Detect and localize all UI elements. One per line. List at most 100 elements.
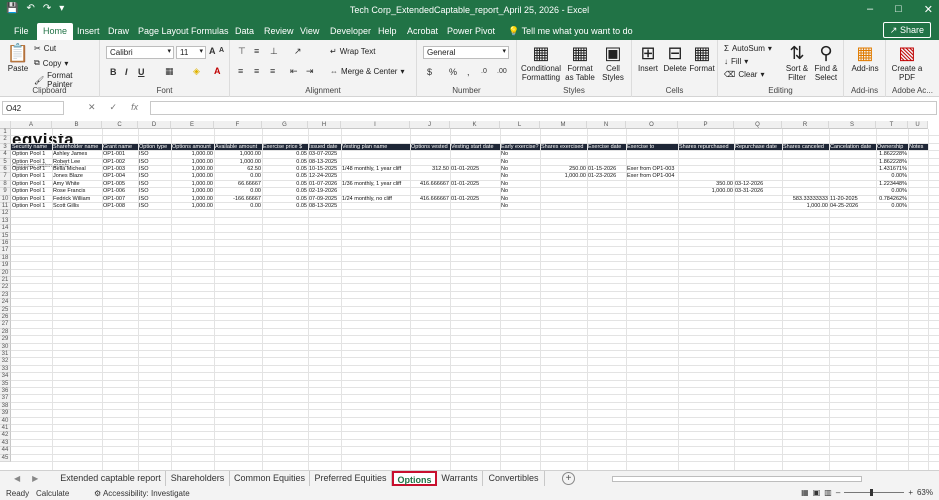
column-header[interactable]: S (829, 121, 876, 129)
table-header-cell[interactable]: Issued date (308, 144, 341, 151)
row-header[interactable]: 4 (0, 151, 11, 159)
table-cell[interactable]: 01-15-2026 (587, 166, 626, 173)
table-cell[interactable]: 1,000.00 (678, 188, 734, 195)
zoom-slider[interactable] (844, 489, 905, 496)
align-bottom-icon[interactable]: ⊥ (270, 46, 278, 57)
table-cell[interactable]: 0.00 (214, 203, 262, 210)
table-cell[interactable]: 1.862228% (876, 159, 908, 166)
italic-button[interactable]: I (125, 67, 128, 77)
row-header[interactable]: 37 (0, 395, 11, 403)
column-header[interactable]: P (678, 121, 734, 129)
table-cell[interactable]: 07-09-2025 (308, 196, 341, 203)
column-header[interactable]: U (908, 121, 928, 129)
table-header-cell[interactable]: Repurchase date (734, 144, 782, 151)
zoom-out-icon[interactable]: – (836, 488, 840, 497)
row-header[interactable]: 15 (0, 232, 11, 240)
row-header[interactable]: 18 (0, 254, 11, 263)
tab-insert[interactable]: Insert (71, 23, 106, 40)
table-cell[interactable]: 0.00 (214, 188, 262, 195)
table-cell[interactable]: 03-12-2026 (734, 181, 782, 188)
increase-indent-icon[interactable]: ⇥ (306, 66, 314, 77)
table-cell[interactable]: No (500, 196, 540, 203)
font-color-icon[interactable]: A (214, 66, 221, 76)
table-cell[interactable]: 0.05 (262, 181, 308, 188)
table-cell[interactable]: No (500, 203, 540, 210)
row-header[interactable]: 13 (0, 217, 11, 226)
horizontal-scrollbar[interactable] (600, 475, 930, 483)
add-sheet-button[interactable]: + (562, 472, 575, 485)
column-header[interactable]: K (450, 121, 500, 129)
table-cell[interactable]: No (500, 173, 540, 180)
increase-decimal-icon[interactable]: .0 (481, 68, 487, 75)
table-cell[interactable]: 0.00% (876, 173, 908, 180)
sheet-tab-convertibles[interactable]: Convertibles (483, 471, 545, 486)
conditional-formatting-button[interactable]: ▦ Conditional Formatting (520, 44, 562, 82)
zoom-level[interactable]: 63% (917, 488, 933, 497)
row-header[interactable]: 16 (0, 240, 11, 248)
row-header[interactable]: 35 (0, 380, 11, 388)
page-layout-view-icon[interactable]: ▣ (813, 488, 821, 497)
font-name-select[interactable]: Calibri ▾ (106, 46, 174, 59)
table-cell[interactable]: Ashley James (52, 151, 102, 158)
table-cell[interactable]: ISO (138, 151, 171, 158)
row-header[interactable]: 17 (0, 247, 11, 255)
table-cell[interactable]: No (500, 159, 540, 166)
table-cell[interactable]: 0.00% (876, 203, 908, 210)
minimize-button[interactable]: – (867, 3, 873, 16)
table-cell[interactable]: ISO (138, 188, 171, 195)
increase-font-icon[interactable]: A (209, 46, 216, 56)
table-cell[interactable]: 0.05 (262, 203, 308, 210)
column-header[interactable]: Q (734, 121, 782, 129)
table-cell[interactable]: Exer from OP1-003 (626, 166, 678, 173)
share-button[interactable]: ↗ Share (882, 22, 931, 38)
tab-data[interactable]: Data (229, 23, 260, 40)
row-header[interactable]: 33 (0, 365, 11, 374)
tab-power-pivot[interactable]: Power Pivot (441, 23, 501, 40)
table-header-cell[interactable]: Cancelation date (829, 144, 876, 151)
align-middle-icon[interactable]: ≡ (254, 46, 259, 56)
maximize-button[interactable]: □ (895, 3, 902, 16)
column-header[interactable]: C (102, 121, 138, 129)
sheet-tab-extended-captable[interactable]: Extended captable report (56, 471, 166, 486)
number-format-select[interactable]: General ▾ (423, 46, 509, 59)
table-cell[interactable]: Option Pool 1 (11, 196, 52, 203)
table-cell[interactable]: -166.66667 (214, 196, 262, 203)
table-cell[interactable]: 66.66667 (214, 181, 262, 188)
addins-button[interactable]: ▦ Add-ins (848, 44, 882, 73)
row-header[interactable]: 14 (0, 225, 11, 233)
autosum-button[interactable]: Σ AutoSum ▾ (724, 44, 772, 53)
tab-acrobat[interactable]: Acrobat (401, 23, 444, 40)
column-header[interactable]: N (587, 121, 626, 129)
table-cell[interactable]: 1.862228% (876, 151, 908, 158)
table-cell[interactable]: 416.666667 (410, 181, 450, 188)
table-cell[interactable]: Scott Gillis (52, 203, 102, 210)
decrease-decimal-icon[interactable]: .00 (497, 68, 507, 75)
currency-icon[interactable]: $ (427, 67, 432, 77)
bold-button[interactable]: B (110, 67, 117, 77)
column-header[interactable]: L (500, 121, 540, 129)
sheet-tab-shareholders[interactable]: Shareholders (166, 471, 230, 486)
row-header[interactable]: 8 (0, 180, 11, 189)
format-as-table-button[interactable]: ▦ Format as Table (563, 44, 597, 82)
table-cell[interactable]: 312.50 (410, 166, 450, 173)
normal-view-icon[interactable]: ▦ (801, 488, 809, 497)
table-header-cell[interactable]: Grant name (102, 144, 138, 151)
table-cell[interactable]: No (500, 166, 540, 173)
scrollbar-thumb[interactable] (612, 476, 862, 482)
table-cell[interactable]: 03-07-2025 (308, 151, 341, 158)
row-header[interactable]: 7 (0, 173, 11, 181)
tab-view[interactable]: View (294, 23, 325, 40)
sheet-tab-preferred-equities[interactable]: Preferred Equities (310, 471, 392, 486)
row-header[interactable]: 22 (0, 284, 11, 292)
tab-developer[interactable]: Developer (324, 23, 377, 40)
zoom-slider-knob[interactable] (870, 489, 874, 496)
table-cell[interactable]: 1,000.00 (171, 173, 214, 180)
align-center-icon[interactable]: ≡ (254, 66, 259, 76)
table-cell[interactable]: Option Pool 1 (11, 159, 52, 166)
table-cell[interactable]: 1,000.00 (171, 159, 214, 166)
font-size-select[interactable]: 11 ▾ (176, 46, 206, 59)
zoom-in-icon[interactable]: + (908, 488, 913, 497)
table-cell[interactable]: 12-24-2025 (308, 173, 341, 180)
sheet-tab-warrants[interactable]: Warrants (437, 471, 483, 486)
table-cell[interactable]: Fedrick William (52, 196, 102, 203)
